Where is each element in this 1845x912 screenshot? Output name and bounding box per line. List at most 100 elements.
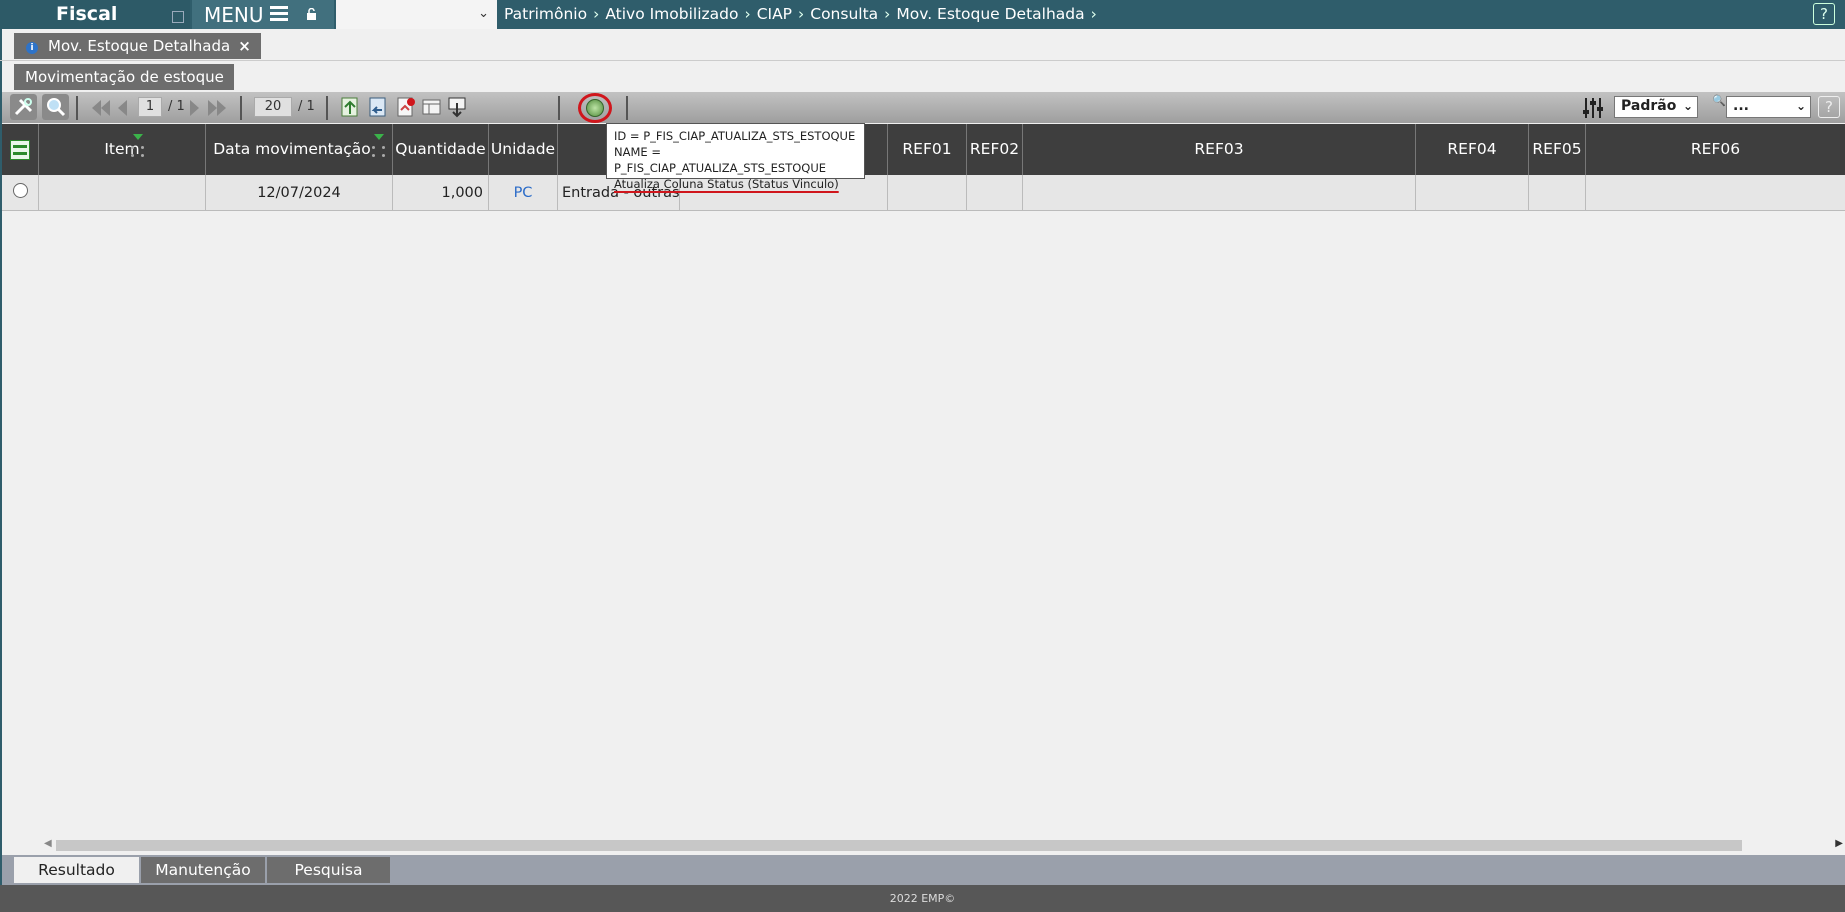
footer: 2022 EMP© [0,885,1845,912]
toolbar-separator [626,96,628,120]
search-icon[interactable] [42,94,69,120]
column-header-data-movimentacao[interactable]: Data movimentação [206,124,393,175]
cell-unidade[interactable]: PC [489,175,558,211]
cell-ref04 [1416,175,1529,211]
tab-pesquisa[interactable]: Pesquisa [267,857,390,883]
section-title: Movimentação de estoque [14,64,234,90]
sort-filter-icon[interactable] [129,134,149,160]
tab-manutencao[interactable]: Manutenção [141,857,265,883]
filter-select-value: ... [1733,98,1749,114]
cell-data-movimentacao: 12/07/2024 [206,175,393,211]
grid-header: Item Data movimentação Quantidade Unidad… [2,124,1845,175]
tools-icon[interactable] [10,94,37,120]
page-total: / 1 [168,99,185,114]
table-row[interactable]: 12/07/2024 1,000 PC Entrada - outras [2,175,1845,211]
row-radio[interactable] [13,183,28,198]
column-header-unidade[interactable]: Unidade [489,124,558,175]
help-button[interactable]: ? [1813,3,1835,25]
cell-item [39,175,206,211]
divider [0,60,1845,61]
chevron-right-icon: › [744,5,751,23]
tab-resultado[interactable]: Resultado [14,857,139,883]
bottom-tabs: Resultado Manutenção Pesquisa [2,855,1845,885]
column-label: Data movimentação [213,140,371,158]
scroll-left-icon[interactable]: ◀ [44,838,52,849]
pin-icon[interactable] [172,11,184,23]
page-size-total: / 1 [298,99,315,114]
info-icon: i [26,42,38,54]
last-page-icon[interactable] [208,100,217,116]
hamburger-icon [270,6,288,22]
chevron-right-icon: › [593,5,600,23]
breadcrumb-item[interactable]: CIAP [757,5,792,23]
chevron-down-icon: ⌄ [1795,99,1806,113]
breadcrumb-item[interactable]: Ativo Imobilizado [605,5,738,23]
page-size-input[interactable]: 20 [254,97,292,117]
column-header-ref06[interactable]: REF06 [1586,124,1845,175]
import-icon[interactable] [336,94,363,120]
column-header-ref05[interactable]: REF05 [1529,124,1586,175]
columns-icon[interactable] [418,94,445,120]
last-page-icon-2 [217,100,226,116]
row-select-cell[interactable] [2,175,39,211]
prev-page-icon[interactable] [118,100,127,116]
horizontal-scrollbar[interactable]: ◀ ▶ [40,838,1845,852]
select-all-icon [10,140,30,160]
update-status-button[interactable] [578,93,612,123]
document-tab-label: Mov. Estoque Detalhada [48,37,231,55]
column-header-ref02[interactable]: REF02 [967,124,1023,175]
menu-label: MENU [204,3,264,27]
tooltip-name: NAME = P_FIS_CIAP_ATUALIZA_STS_ESTOQUE [614,145,827,175]
scrollbar-thumb[interactable] [56,840,1742,851]
column-header-item[interactable]: Item [39,124,206,175]
breadcrumb-item[interactable]: Consulta [810,5,878,23]
column-header-ref03[interactable]: REF03 [1023,124,1416,175]
top-bar: Fiscal MENU ⌄ Patrimônio › Ativo Imobiliza… [0,0,1845,29]
toolbar-help-button[interactable]: ? [1818,96,1840,118]
chevron-right-icon: › [884,5,891,23]
close-icon[interactable]: × [238,37,251,55]
chevron-down-icon: ⌄ [478,6,489,21]
tooltip: ID = P_FIS_CIAP_ATUALIZA_STS_ESTOQUE NAM… [606,123,865,191]
tooltip-id: ID = P_FIS_CIAP_ATUALIZA_STS_ESTOQUE [614,129,856,143]
quick-select[interactable]: ⌄ [336,0,497,29]
report-icon[interactable] [392,94,419,120]
sort-filter-icon[interactable] [370,134,390,160]
filter-select[interactable]: ... ⌄ [1726,96,1811,118]
view-select[interactable]: Padrão ⌄ [1614,96,1698,118]
sliders-icon[interactable] [1582,96,1604,120]
scroll-right-icon[interactable]: ▶ [1835,838,1843,849]
breadcrumb: Patrimônio › Ativo Imobilizado › CIAP › Consul… [504,5,1103,23]
cell-quantidade: 1,000 [393,175,489,211]
undo-icon[interactable] [364,94,391,120]
toolbar-separator [558,96,560,120]
page-input[interactable]: 1 [138,97,162,117]
toolbar-separator [326,96,328,120]
lock-icon[interactable] [306,8,317,20]
cell-ref01 [888,175,967,211]
breadcrumb-item[interactable]: Mov. Estoque Detalhada [896,5,1084,23]
select-all-column[interactable] [2,124,39,175]
document-tab[interactable]: i Mov. Estoque Detalhada × [14,33,261,59]
first-page-icon-2 [101,100,110,116]
cell-ref03 [1023,175,1416,211]
column-header-ref04[interactable]: REF04 [1416,124,1529,175]
toolbar-separator [240,96,242,120]
first-page-icon[interactable] [92,100,101,116]
export-icon[interactable] [444,94,471,120]
cell-ref05 [1529,175,1586,211]
search-small-icon: 🔍 [1712,94,1726,107]
column-header-quantidade[interactable]: Quantidade [393,124,489,175]
cell-ref02 [967,175,1023,211]
module-switcher[interactable]: Fiscal [0,0,190,29]
module-title: Fiscal [56,3,118,25]
breadcrumb-item[interactable]: Patrimônio [504,5,587,23]
toolbar-separator [76,96,78,120]
view-select-value: Padrão [1621,98,1677,114]
refresh-icon [586,99,604,117]
chevron-down-icon: ⌄ [1682,99,1693,113]
next-page-icon[interactable] [190,100,199,116]
chevron-right-icon: › [1090,5,1097,23]
toolbar: 1 / 1 20 / 1 Padrão ⌄ 🔍 ... ⌄ ? [2,92,1845,123]
column-header-ref01[interactable]: REF01 [888,124,967,175]
